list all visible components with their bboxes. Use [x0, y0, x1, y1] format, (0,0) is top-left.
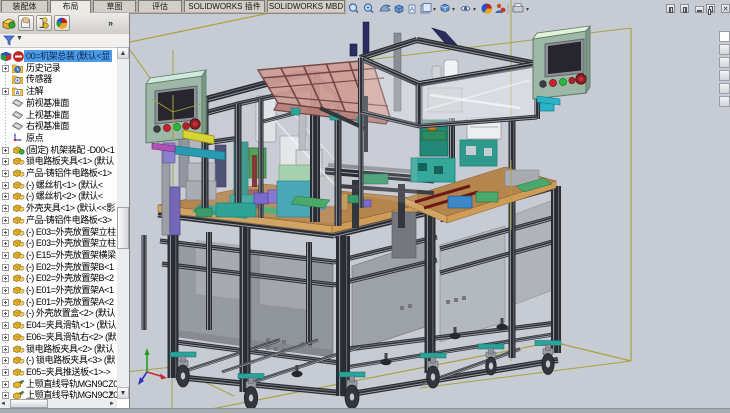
svg-text:A: A: [16, 91, 20, 96]
svg-text:▾: ▾: [433, 7, 436, 13]
svg-text:▾: ▾: [452, 7, 455, 13]
svg-text:▾: ▾: [473, 7, 476, 13]
svg-text:▾: ▾: [526, 7, 529, 13]
svg-text:A: A: [410, 7, 414, 13]
